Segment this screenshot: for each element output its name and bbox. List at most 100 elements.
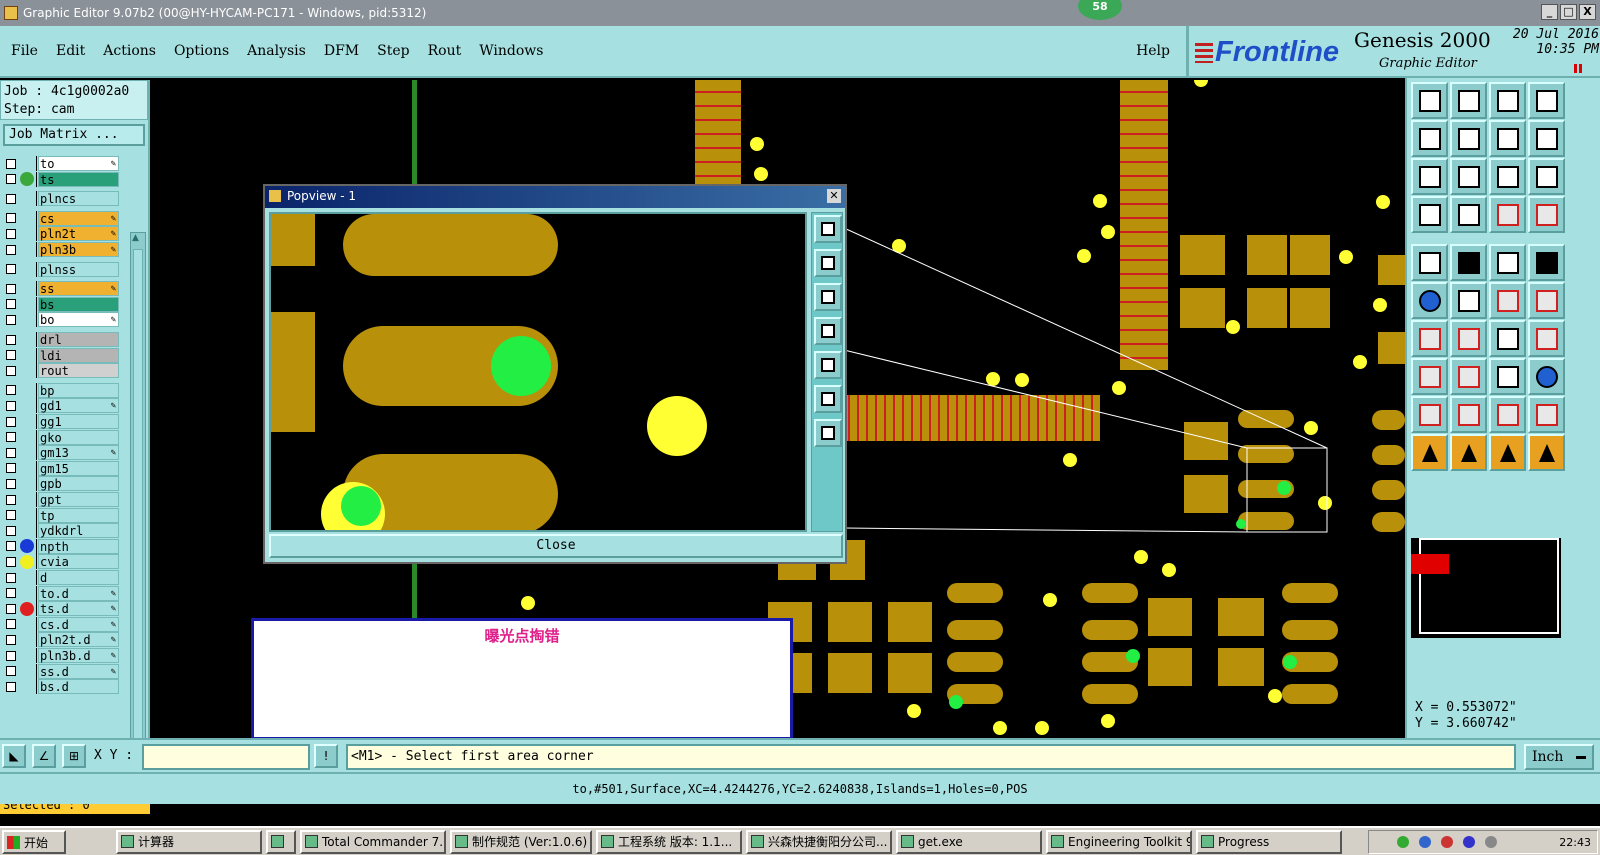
popview-canvas[interactable]: [269, 212, 807, 532]
task-app[interactable]: [266, 830, 296, 854]
task-engineering-system[interactable]: 工程系统 版本: 1.1...: [596, 830, 742, 854]
layer-name[interactable]: bo ✎: [38, 312, 119, 328]
layer-checkbox[interactable]: [6, 350, 16, 361]
layer-checkbox[interactable]: [6, 432, 16, 443]
tool-tri-a[interactable]: [1411, 396, 1448, 433]
layer-row-gpb[interactable]: gpb: [2, 476, 120, 492]
layer-checkbox[interactable]: [6, 541, 16, 552]
layer-row-gko[interactable]: gko: [2, 429, 120, 445]
layer-checkbox[interactable]: [6, 174, 16, 185]
layer-row-ts.d[interactable]: ts.d ✎: [2, 601, 120, 617]
minimize-button[interactable]: _: [1541, 4, 1558, 20]
layer-checkbox[interactable]: [6, 213, 16, 224]
menu-file[interactable]: File: [2, 43, 47, 59]
layer-checkbox[interactable]: [6, 588, 16, 599]
layer-row-bp[interactable]: bp: [2, 382, 120, 398]
menu-step[interactable]: Step: [368, 43, 418, 59]
layer-checkbox[interactable]: [6, 603, 16, 614]
task-branch[interactable]: 兴森快捷衡阳分公司...: [746, 830, 892, 854]
info-button[interactable]: !: [314, 744, 338, 768]
task-spec[interactable]: 制作规范 (Ver:1.0.6): [450, 830, 592, 854]
tool-net[interactable]: [1411, 282, 1448, 319]
scroll-up-icon[interactable]: ▲: [132, 233, 139, 243]
layer-checkbox[interactable]: [6, 681, 16, 692]
tray-security-icon[interactable]: [1419, 836, 1431, 848]
tool-screen[interactable]: [1528, 82, 1565, 119]
task-get-exe[interactable]: get.exe: [896, 830, 1042, 854]
tool-flip[interactable]: [1528, 120, 1565, 157]
pv-tool-down[interactable]: [814, 283, 842, 311]
layer-checkbox[interactable]: [6, 314, 16, 325]
tool-feature[interactable]: [1411, 244, 1448, 281]
layer-row-pln2t.d[interactable]: pln2t.d ✎: [2, 632, 120, 648]
menu-options[interactable]: Options: [165, 43, 238, 59]
tray-clock[interactable]: 22:43: [1559, 836, 1591, 849]
layer-row-drl[interactable]: drl: [2, 332, 120, 347]
layer-checkbox[interactable]: [6, 365, 16, 376]
snap-mode-button[interactable]: ◣: [2, 744, 26, 768]
tool-connect-b[interactable]: [1528, 282, 1565, 319]
layer-row-bs[interactable]: bs: [2, 296, 120, 312]
layer-name[interactable]: pln2t ✎: [38, 226, 119, 242]
layer-row-cs[interactable]: cs ✎: [2, 210, 120, 226]
task-calculator[interactable]: 计算器: [116, 830, 262, 854]
layer-row-pln3b[interactable]: pln3b ✎: [2, 242, 120, 257]
layer-row-ss[interactable]: ss ✎: [2, 281, 120, 297]
layer-row-d[interactable]: d: [2, 570, 120, 585]
maximize-button[interactable]: □: [1560, 4, 1577, 20]
tool-line[interactable]: [1450, 320, 1487, 357]
layer-name[interactable]: cs.d ✎: [38, 616, 119, 632]
layer-checkbox[interactable]: [6, 299, 16, 310]
layer-row-rout[interactable]: rout: [2, 363, 120, 379]
tool-pan-left[interactable]: [1411, 120, 1448, 157]
tool-select[interactable]: [1411, 434, 1448, 471]
layer-name[interactable]: gg1: [38, 414, 119, 429]
layer-checkbox[interactable]: [6, 666, 16, 677]
layer-name[interactable]: ydkdrl: [38, 523, 119, 539]
layer-name[interactable]: rout: [38, 363, 119, 379]
layer-checkbox[interactable]: [6, 650, 16, 661]
layer-name[interactable]: gd1 ✎: [38, 398, 119, 414]
layer-checkbox[interactable]: [6, 334, 16, 345]
tool-select-box[interactable]: [1450, 434, 1487, 471]
layer-checkbox[interactable]: [6, 447, 16, 458]
layer-checkbox[interactable]: [6, 619, 16, 630]
tool-ruler[interactable]: [1489, 244, 1526, 281]
layer-row-bo[interactable]: bo ✎: [2, 312, 120, 328]
layer-checkbox[interactable]: [6, 478, 16, 489]
tool-rotate[interactable]: [1489, 320, 1526, 357]
layer-checkbox[interactable]: [6, 634, 16, 645]
tray-network-icon[interactable]: [1397, 836, 1409, 848]
tool-snap[interactable]: [1528, 320, 1565, 357]
layer-row-gpt[interactable]: gpt: [2, 492, 120, 507]
tool-layers-b[interactable]: [1528, 196, 1565, 233]
layer-name[interactable]: to.d ✎: [38, 585, 119, 601]
layer-name[interactable]: ldi: [38, 347, 119, 363]
tool-cross[interactable]: [1450, 282, 1487, 319]
layer-row-cs.d[interactable]: cs.d ✎: [2, 616, 120, 632]
tool-palette-paint[interactable]: [1411, 196, 1448, 233]
layer-name[interactable]: bs.d: [38, 679, 119, 695]
tool-pan-down[interactable]: [1450, 82, 1487, 119]
menu-dfm[interactable]: DFM: [315, 43, 368, 59]
tool-pad[interactable]: [1528, 244, 1565, 281]
grid-mode-button[interactable]: ⊞: [62, 744, 86, 768]
job-matrix-button[interactable]: Job Matrix ...: [3, 124, 145, 146]
layer-name[interactable]: cs ✎: [38, 210, 119, 226]
tool-help[interactable]: [1528, 158, 1565, 195]
angle-mode-button[interactable]: ∠: [32, 744, 56, 768]
menu-analysis[interactable]: Analysis: [238, 43, 315, 59]
layer-name[interactable]: to ✎: [38, 156, 119, 171]
layer-name[interactable]: gm13 ✎: [38, 445, 119, 461]
layer-checkbox[interactable]: [6, 525, 16, 536]
tool-measure[interactable]: [1450, 244, 1487, 281]
menu-rout[interactable]: Rout: [419, 43, 471, 59]
tool-tri-c[interactable]: [1489, 396, 1526, 433]
units-select[interactable]: Inch: [1524, 744, 1594, 770]
tool-dash[interactable]: [1450, 358, 1487, 395]
layer-row-pln2t[interactable]: pln2t ✎: [2, 226, 120, 242]
layer-name[interactable]: ss.d ✎: [38, 663, 119, 679]
tool-dimension[interactable]: [1489, 358, 1526, 395]
layer-checkbox[interactable]: [6, 556, 16, 567]
close-button[interactable]: X: [1579, 4, 1596, 20]
